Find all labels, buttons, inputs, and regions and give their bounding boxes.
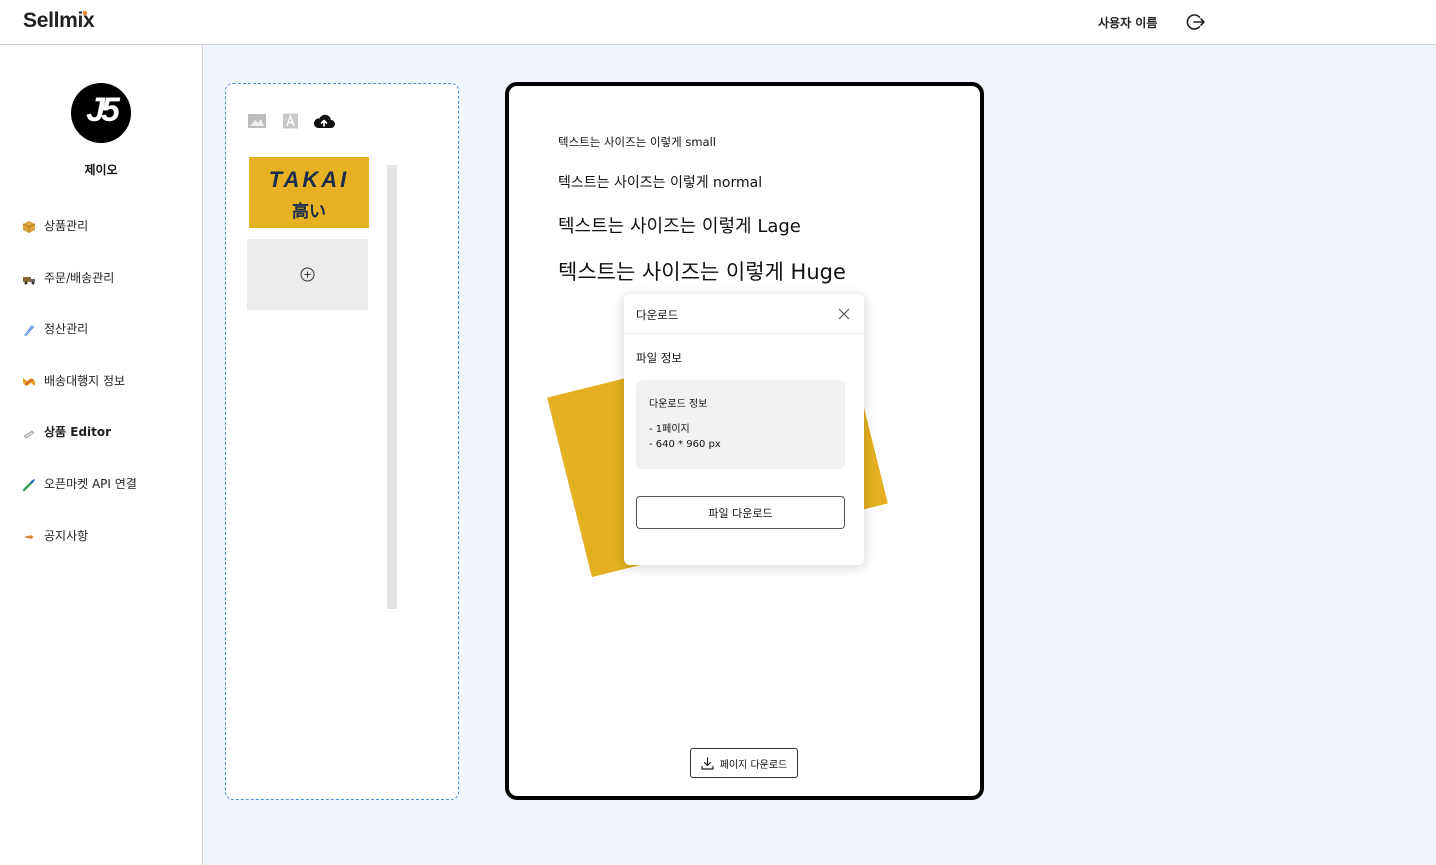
image-icon[interactable]: [247, 113, 267, 129]
top-header: Sellmix 사용자 이름: [0, 0, 1436, 45]
upload-cloud-icon[interactable]: [312, 113, 336, 129]
sidebar-item-label: 공지사항: [44, 528, 89, 543]
asset-scrollbar[interactable]: [387, 165, 397, 609]
logout-icon[interactable]: [1186, 12, 1206, 32]
download-icon: [701, 756, 714, 770]
editor-icon: [23, 430, 35, 439]
page-count: - 1페이지: [649, 424, 690, 435]
close-icon[interactable]: [837, 307, 851, 321]
thumbnail-title: TAKAI: [268, 167, 350, 192]
text-normal[interactable]: 텍스트는 사이즈는 이렇게 normal: [558, 172, 762, 192]
editor-canvas[interactable]: 텍스트는 사이즈는 이렇게 small 텍스트는 사이즈는 이렇게 normal…: [505, 82, 984, 800]
page-download-button[interactable]: 페이지 다운로드: [690, 748, 798, 778]
sidebar-item-label: 주문/배송관리: [44, 270, 115, 285]
download-info-title: 다운로드 정보: [649, 399, 708, 410]
sidebar: J5 제이오 상품관리 주문/배송관리 정산관리 배송대행지 정보 상품 Edi…: [0, 45, 203, 865]
avatar-initials: J5: [86, 91, 120, 129]
popup-header: 다운로드: [624, 294, 864, 334]
logo-accent-dot: [83, 11, 87, 15]
map-icon: [23, 377, 35, 386]
text-icon[interactable]: [281, 113, 301, 129]
app-logo[interactable]: Sellmix: [23, 9, 95, 33]
main-area: TAKAI 高い 텍스트는 사이즈는 이렇게 small 텍스트는 사이즈는 이…: [203, 45, 1436, 865]
page-download-label: 페이지 다운로드: [719, 759, 788, 771]
sidebar-nav: 상품관리 주문/배송관리 정산관리 배송대행지 정보 상품 Editor 오픈마…: [22, 217, 197, 578]
sidebar-item-api[interactable]: 오픈마켓 API 연결: [22, 475, 197, 527]
sidebar-item-label: 배송대행지 정보: [44, 373, 126, 388]
sidebar-item-products[interactable]: 상품관리: [22, 217, 197, 269]
sidebar-item-forwarding[interactable]: 배송대행지 정보: [22, 372, 197, 424]
sidebar-item-orders[interactable]: 주문/배송관리: [22, 269, 197, 321]
plus-circle-icon: [300, 267, 315, 282]
asset-panel: TAKAI 高い: [225, 83, 459, 800]
avatar[interactable]: J5: [71, 83, 131, 143]
sidebar-item-label: 정산관리: [44, 322, 89, 337]
sidebar-item-label: 오픈마켓 API 연결: [44, 476, 137, 491]
profile-name: 제이오: [84, 163, 118, 177]
user-name[interactable]: 사용자 이름: [1098, 14, 1157, 31]
download-popup: 다운로드 파일 정보 다운로드 정보 - 1페이지 - 640 * 960 px…: [624, 294, 864, 565]
link-icon: [22, 479, 35, 492]
sidebar-item-editor[interactable]: 상품 Editor: [22, 423, 197, 475]
truck-icon: [23, 276, 35, 285]
file-download-button[interactable]: 파일 다운로드: [636, 496, 845, 529]
file-info-title: 파일 정보: [636, 351, 682, 365]
popup-title: 다운로드: [636, 308, 679, 322]
image-thumbnail[interactable]: TAKAI 高い: [249, 157, 369, 228]
sidebar-item-label: 상품관리: [44, 219, 89, 233]
sidebar-item-settlement[interactable]: 정산관리: [22, 320, 197, 372]
page-dimensions: - 640 * 960 px: [649, 439, 721, 450]
download-info-box: 다운로드 정보 - 1페이지 - 640 * 960 px: [636, 380, 845, 469]
sidebar-item-label: 상품 Editor: [44, 425, 112, 440]
text-small[interactable]: 텍스트는 사이즈는 이렇게 small: [558, 134, 716, 150]
package-icon: [22, 221, 36, 233]
text-huge[interactable]: 텍스트는 사이즈는 이렇게 Huge: [558, 256, 846, 286]
thumbnail-subtitle: 高い: [292, 202, 326, 222]
notice-icon: [24, 534, 34, 539]
add-page-button[interactable]: [247, 239, 368, 310]
text-large[interactable]: 텍스트는 사이즈는 이렇게 Lage: [558, 212, 801, 238]
sidebar-item-notice[interactable]: 공지사항: [22, 527, 197, 579]
card-icon: [24, 325, 34, 337]
